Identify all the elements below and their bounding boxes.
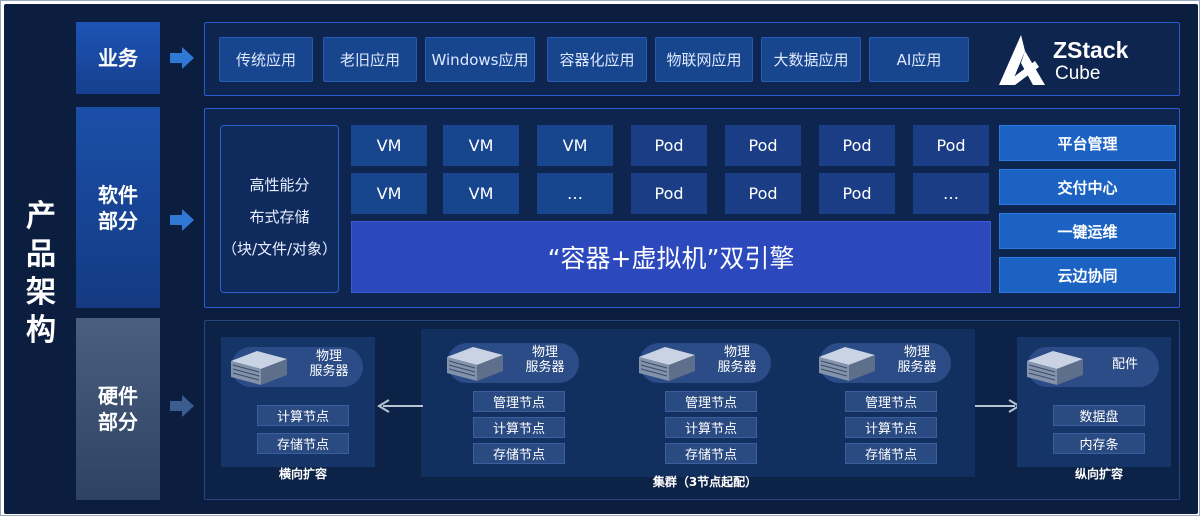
- arrow-right-icon: [975, 399, 1021, 413]
- workload-pod: Pod: [725, 125, 801, 166]
- row-label-text: 软件: [98, 182, 138, 207]
- storage-line: 布式存储: [249, 208, 310, 226]
- node-storage: 存储节点: [845, 443, 937, 464]
- zstack-logo: ZStack Cube: [995, 33, 1155, 89]
- node-compute: 计算节点: [257, 405, 349, 426]
- scale-up-parts-card: 配件 数据盘 内存条: [1017, 337, 1171, 467]
- title-char: 架: [26, 275, 56, 310]
- server-icon: [231, 351, 287, 385]
- row-label-text: 业务: [98, 46, 138, 70]
- workload-pod: Pod: [913, 125, 989, 166]
- workload-pod: Pod: [819, 173, 895, 214]
- caption-scale-out: 横向扩容: [278, 467, 327, 481]
- server-label-line: 物理: [903, 345, 930, 360]
- row-label-software: 软件 部分: [76, 107, 160, 308]
- workload-more: …: [913, 173, 989, 214]
- parts-label: 配件: [1111, 357, 1138, 372]
- node-storage: 存储节点: [473, 443, 565, 464]
- product-architecture-title: 产 品 架 构: [16, 154, 66, 394]
- workload-vm: VM: [443, 125, 519, 166]
- row-label-text: 硬件: [98, 384, 138, 408]
- mgmt-platform: 平台管理: [999, 125, 1176, 161]
- dual-engine-banner: “容器+虚拟机”双引擎: [351, 221, 991, 293]
- title-char: 构: [26, 313, 56, 348]
- workload-vm: VM: [443, 173, 519, 214]
- row-label-business: 业务: [76, 22, 160, 94]
- server-label-line: 服务器: [897, 360, 937, 375]
- app-ai: AI应用: [869, 37, 969, 82]
- workload-vm: VM: [351, 125, 427, 166]
- server-label: 物理 服务器: [299, 349, 359, 379]
- part-data-disk: 数据盘: [1053, 405, 1145, 426]
- server-label-line: 服务器: [525, 360, 565, 375]
- app-windows: Windows应用: [425, 37, 535, 82]
- title-char: 产: [26, 199, 56, 234]
- logo-text-zstack: ZStack: [1053, 37, 1129, 63]
- node-compute: 计算节点: [473, 417, 565, 438]
- logo-text-cube: Cube: [1055, 63, 1101, 84]
- server-label-line: 物理: [531, 345, 558, 360]
- app-bigdata: 大数据应用: [761, 37, 861, 82]
- server-label-line: 服务器: [717, 360, 757, 375]
- server-icon: [447, 347, 503, 381]
- node-storage: 存储节点: [257, 433, 349, 454]
- node-management: 管理节点: [473, 391, 565, 412]
- zstack-logo-icon: [999, 35, 1045, 85]
- server-label-line: 物理: [315, 349, 342, 364]
- workload-pod: Pod: [725, 173, 801, 214]
- diagram-background: 产 品 架 构 业务 软件 部分 硬件 部分 传统应用 老旧应用 Windows应用…: [4, 4, 1198, 514]
- arrow-left-icon: [377, 399, 423, 413]
- mgmt-cloud-edge: 云边协同: [999, 257, 1176, 293]
- node-management: 管理节点: [845, 391, 937, 412]
- node-management: 管理节点: [665, 391, 757, 412]
- server-icon: [639, 347, 695, 381]
- cluster-server-1: 物理 服务器 管理节点 计算节点 存储节点: [437, 333, 591, 481]
- server-label-line: 物理: [723, 345, 750, 360]
- app-traditional: 传统应用: [219, 37, 313, 82]
- hardware-panel: 物理 服务器 计算节点 存储节点 横向扩容 物理 服务器 管理节点 计算节点 存…: [204, 320, 1180, 500]
- server-label: 物理 服务器: [515, 345, 575, 375]
- workload-vm: VM: [537, 125, 613, 166]
- distributed-storage-box: 高性能分 布式存储 （块/文件/对象）: [220, 125, 339, 293]
- caption-scale-up: 纵向扩容: [1074, 467, 1123, 481]
- chevron-right-icon: [170, 395, 194, 417]
- caption-cluster: 集群（3节点起配）: [652, 475, 758, 489]
- chevron-right-icon: [170, 47, 194, 69]
- chevron-right-icon: [170, 209, 194, 231]
- storage-line: 高性能分: [249, 176, 310, 194]
- cluster-server-3: 物理 服务器 管理节点 计算节点 存储节点: [809, 333, 963, 481]
- title-char: 品: [26, 237, 56, 272]
- workload-pod: Pod: [819, 125, 895, 166]
- row-label-text: 部分: [98, 410, 138, 434]
- server-label: 物理 服务器: [707, 345, 767, 375]
- business-panel: 传统应用 老旧应用 Windows应用 容器化应用 物联网应用 大数据应用 AI…: [204, 22, 1180, 96]
- scale-out-server-card: 物理 服务器 计算节点 存储节点: [221, 337, 375, 467]
- storage-line: （块/文件/对象）: [221, 240, 338, 258]
- app-iot: 物联网应用: [655, 37, 753, 82]
- mgmt-delivery-center: 交付中心: [999, 169, 1176, 205]
- part-memory: 内存条: [1053, 433, 1145, 454]
- app-containerized: 容器化应用: [547, 37, 647, 82]
- cluster-server-2: 物理 服务器 管理节点 计算节点 存储节点: [629, 333, 783, 481]
- server-label: 物理 服务器: [887, 345, 947, 375]
- architecture-frame: 产 品 架 构 业务 软件 部分 硬件 部分 传统应用 老旧应用 Windows应用…: [0, 0, 1200, 516]
- workload-more: …: [537, 173, 613, 214]
- server-icon: [1027, 351, 1083, 385]
- node-storage: 存储节点: [665, 443, 757, 464]
- server-icon: [819, 347, 875, 381]
- software-panel: 高性能分 布式存储 （块/文件/对象） VM VM VM Pod Pod Pod…: [204, 108, 1180, 308]
- row-label-text: 部分: [98, 208, 138, 233]
- workload-pod: Pod: [631, 173, 707, 214]
- node-compute: 计算节点: [845, 417, 937, 438]
- workload-pod: Pod: [631, 125, 707, 166]
- server-label-line: 服务器: [309, 364, 349, 379]
- workload-vm: VM: [351, 173, 427, 214]
- node-compute: 计算节点: [665, 417, 757, 438]
- row-label-hardware: 硬件 部分: [76, 318, 160, 500]
- mgmt-one-click-ops: 一键运维: [999, 213, 1176, 249]
- app-legacy: 老旧应用: [323, 37, 417, 82]
